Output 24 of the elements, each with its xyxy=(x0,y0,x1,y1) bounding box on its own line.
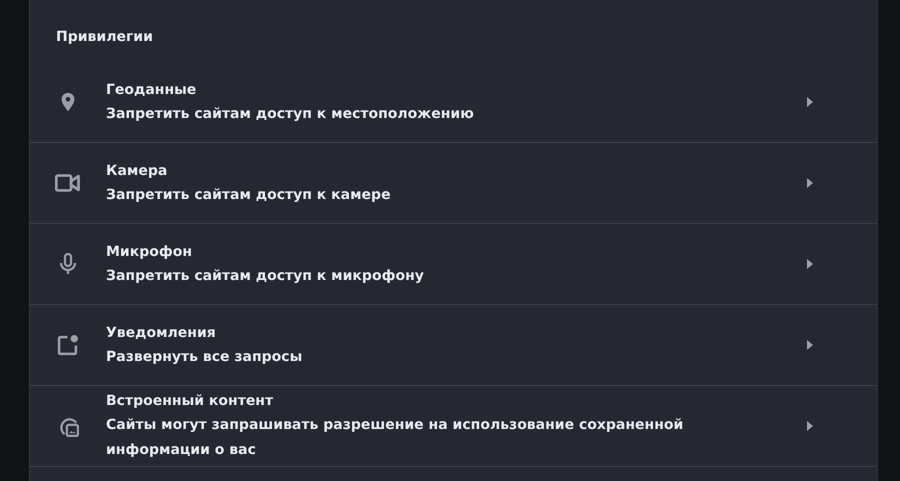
chevron-right-icon xyxy=(807,259,813,269)
chevron-right-icon xyxy=(807,97,813,107)
row-description: Запретить сайтам доступ к местоположению xyxy=(106,104,475,124)
settings-row[interactable]: Геоданные Запретить сайтам доступ к местоположению xyxy=(30,62,877,143)
chevron-right-icon xyxy=(807,340,813,350)
settings-row[interactable]: Микрофон Запретить сайтам доступ к микрофону xyxy=(30,224,877,305)
settings-row[interactable]: Уведомления Развернуть все запросы xyxy=(30,305,877,386)
row-title: Геоданные xyxy=(106,80,198,100)
chevron-right-icon xyxy=(807,421,813,431)
row-title: Микрофон xyxy=(106,242,194,262)
row-title: Уведомления xyxy=(106,324,217,342)
settings-row[interactable]: Камера Запретить сайтам доступ к камере xyxy=(30,143,877,224)
row-title: Камера xyxy=(106,162,168,180)
row-description: Запретить сайтам доступ к камере xyxy=(106,186,392,204)
row-description: Запретить сайтам доступ к микрофону xyxy=(106,266,425,286)
microphone-icon xyxy=(57,253,79,275)
row-title: Встроенный контент xyxy=(106,392,274,411)
video-camera-icon xyxy=(55,174,81,192)
chevron-right-icon xyxy=(807,178,813,188)
section-title: Привилегии xyxy=(55,28,154,47)
row-description: Развернуть все запросы xyxy=(106,348,304,366)
notification-icon xyxy=(57,334,79,356)
settings-row[interactable]: Встроенный контент Сайты могут запрашивать разрешение на использование сохраненной информации о вас xyxy=(30,386,877,467)
row-description: Сайты могут запрашивать разрешение на использование сохраненной информации о вас xyxy=(106,416,684,460)
